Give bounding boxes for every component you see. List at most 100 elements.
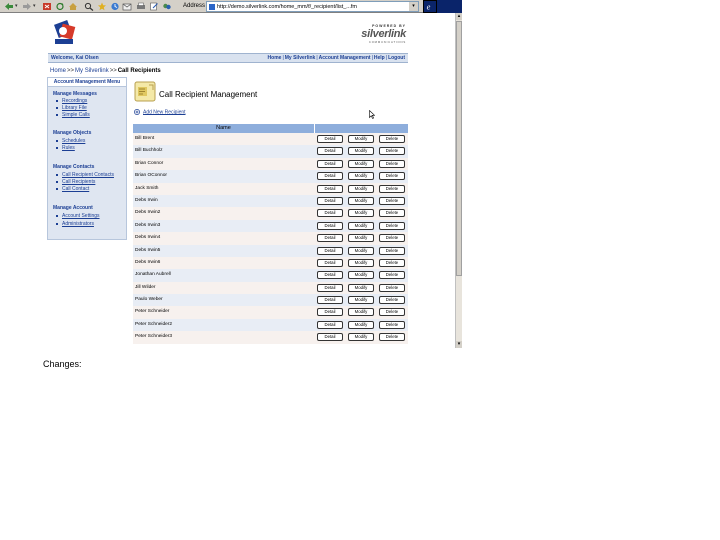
sidebar-item-label[interactable]: Administrators <box>62 221 94 227</box>
delete-button[interactable]: Delete <box>379 271 405 280</box>
sidebar-item-recordings[interactable]: Recordings <box>56 98 87 104</box>
detail-button[interactable]: Detail <box>317 308 343 317</box>
sidebar-item-label[interactable]: Simple Calls <box>62 112 90 118</box>
mail-icon[interactable] <box>122 2 132 11</box>
scroll-thumb[interactable] <box>456 21 462 276</box>
sidebar-item-rules[interactable]: Rules <box>56 145 75 151</box>
sidebar-item-label[interactable]: Rules <box>62 145 75 151</box>
history-icon[interactable] <box>110 2 120 11</box>
breadcrumb-my-silverlink[interactable]: My Silverlink <box>75 68 109 74</box>
nav-home[interactable]: Home <box>268 55 282 61</box>
modify-button[interactable]: Modify <box>348 184 374 193</box>
modify-button[interactable]: Modify <box>348 271 374 280</box>
detail-button[interactable]: Detail <box>317 184 343 193</box>
detail-button[interactable]: Detail <box>317 209 343 218</box>
sidebar-item-simple-calls[interactable]: Simple Calls <box>56 112 90 118</box>
sidebar-item-label[interactable]: Call Contact <box>62 186 89 192</box>
breadcrumb-home[interactable]: Home <box>50 68 66 74</box>
detail-button[interactable]: Detail <box>317 271 343 280</box>
delete-button[interactable]: Delete <box>379 159 405 168</box>
sidebar-item-label[interactable]: Recordings <box>62 98 87 104</box>
back-icon[interactable] <box>4 2 14 11</box>
forward-icon[interactable] <box>22 2 32 11</box>
sidebar-item-call-contact[interactable]: Call Contact <box>56 186 89 192</box>
delete-button[interactable]: Delete <box>379 209 405 218</box>
scroll-down-icon[interactable]: ▾ <box>456 341 462 348</box>
modify-button[interactable]: Modify <box>348 258 374 267</box>
detail-button[interactable]: Detail <box>317 246 343 255</box>
delete-button[interactable]: Delete <box>379 221 405 230</box>
forward-dropdown-icon[interactable]: ▾ <box>33 3 36 9</box>
sidebar-item-label[interactable]: Library File <box>62 105 87 111</box>
delete-button[interactable]: Delete <box>379 184 405 193</box>
edit-icon[interactable] <box>149 2 159 11</box>
address-url[interactable]: http://demo.silverlink.com/home_mm/f/_re… <box>217 3 407 11</box>
detail-button[interactable]: Detail <box>317 221 343 230</box>
detail-button[interactable]: Detail <box>317 159 343 168</box>
modify-button[interactable]: Modify <box>348 296 374 305</box>
delete-button[interactable]: Delete <box>379 147 405 156</box>
column-header-name[interactable]: Name <box>133 124 315 133</box>
delete-button[interactable]: Delete <box>379 172 405 181</box>
detail-button[interactable]: Detail <box>317 258 343 267</box>
print-icon[interactable] <box>136 2 146 11</box>
detail-button[interactable]: Detail <box>317 196 343 205</box>
sidebar-item-label[interactable]: Call Recipient Contacts <box>62 172 114 178</box>
modify-button[interactable]: Modify <box>348 246 374 255</box>
scroll-up-icon[interactable]: ▴ <box>456 13 462 20</box>
detail-button[interactable]: Detail <box>317 135 343 143</box>
refresh-icon[interactable] <box>55 2 65 11</box>
nav-account-management[interactable]: Account Management <box>319 55 371 61</box>
sidebar-item-account-settings[interactable]: Account Settings <box>56 213 100 219</box>
detail-button[interactable]: Detail <box>317 172 343 181</box>
modify-button[interactable]: Modify <box>348 333 374 342</box>
detail-button[interactable]: Detail <box>317 320 343 329</box>
delete-button[interactable]: Delete <box>379 333 405 342</box>
modify-button[interactable]: Modify <box>348 172 374 181</box>
nav-logout[interactable]: Logout <box>388 55 405 61</box>
modify-button[interactable]: Modify <box>348 308 374 317</box>
delete-button[interactable]: Delete <box>379 308 405 317</box>
site-logo[interactable] <box>52 20 76 46</box>
delete-button[interactable]: Delete <box>379 246 405 255</box>
stop-icon[interactable] <box>42 2 52 11</box>
sidebar-item-label[interactable]: Call Recipients <box>62 179 95 185</box>
discuss-icon[interactable] <box>162 2 172 11</box>
nav-help[interactable]: Help <box>374 55 385 61</box>
sidebar-item-administrators[interactable]: Administrators <box>56 221 94 227</box>
address-bar[interactable]: http://demo.silverlink.com/home_mm/f/_re… <box>206 1 419 12</box>
detail-button[interactable]: Detail <box>317 283 343 292</box>
sidebar-item-label[interactable]: Account Settings <box>62 213 100 219</box>
delete-button[interactable]: Delete <box>379 196 405 205</box>
detail-button[interactable]: Detail <box>317 147 343 156</box>
delete-button[interactable]: Delete <box>379 296 405 305</box>
delete-button[interactable]: Delete <box>379 320 405 329</box>
back-dropdown-icon[interactable]: ▾ <box>15 3 18 9</box>
modify-button[interactable]: Modify <box>348 209 374 218</box>
add-new-recipient-link[interactable]: Add New Recipient <box>134 109 186 116</box>
modify-button[interactable]: Modify <box>348 135 374 143</box>
address-dropdown-icon[interactable]: ▾ <box>409 2 418 11</box>
delete-button[interactable]: Delete <box>379 283 405 292</box>
modify-button[interactable]: Modify <box>348 320 374 329</box>
modify-button[interactable]: Modify <box>348 159 374 168</box>
sidebar-item-library-file[interactable]: Library File <box>56 105 87 111</box>
delete-button[interactable]: Delete <box>379 135 405 143</box>
favorites-icon[interactable] <box>97 2 107 11</box>
add-new-recipient-label[interactable]: Add New Recipient <box>143 109 186 115</box>
sidebar-item-schedules[interactable]: Schedules <box>56 138 85 144</box>
modify-button[interactable]: Modify <box>348 147 374 156</box>
modify-button[interactable]: Modify <box>348 221 374 230</box>
sidebar-item-label[interactable]: Schedules <box>62 138 85 144</box>
modify-button[interactable]: Modify <box>348 196 374 205</box>
home-icon[interactable] <box>68 2 78 11</box>
detail-button[interactable]: Detail <box>317 296 343 305</box>
vertical-scrollbar[interactable]: ▴ ▾ <box>455 13 462 348</box>
detail-button[interactable]: Detail <box>317 333 343 342</box>
delete-button[interactable]: Delete <box>379 258 405 267</box>
nav-my-silverlink[interactable]: My Silverlink <box>285 55 316 61</box>
sidebar-item-call-recipient-contacts[interactable]: Call Recipient Contacts <box>56 172 114 178</box>
modify-button[interactable]: Modify <box>348 234 374 243</box>
modify-button[interactable]: Modify <box>348 283 374 292</box>
sidebar-item-call-recipients[interactable]: Call Recipients <box>56 179 95 185</box>
